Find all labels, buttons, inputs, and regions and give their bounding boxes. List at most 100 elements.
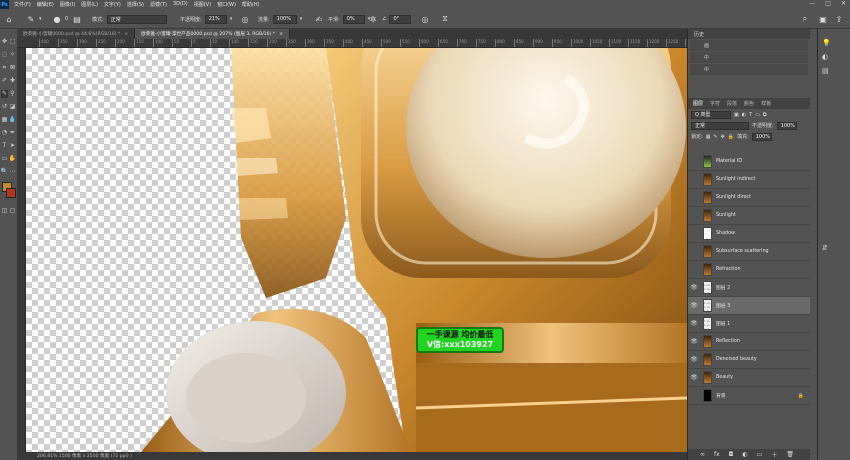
tab-layers[interactable]: 图层 xyxy=(693,100,703,107)
shape-tool-icon[interactable]: ▭ xyxy=(1,155,8,163)
smoothing-input[interactable]: 0% xyxy=(342,14,365,24)
layer-row[interactable]: Sunlight indirect xyxy=(688,171,810,189)
dodge-tool-icon[interactable]: ◔ xyxy=(1,129,8,137)
crop-tool-icon[interactable]: ⌗ xyxy=(1,64,8,72)
hand-tool-icon[interactable]: ✋ xyxy=(9,155,16,163)
new-adjustment-icon[interactable]: ◐ xyxy=(742,451,747,458)
tab-color[interactable]: 颜色 xyxy=(744,100,754,107)
frame-tool-icon[interactable]: ⊠ xyxy=(9,64,16,72)
marquee-tool-icon[interactable]: ⬚ xyxy=(9,38,16,46)
filter-smart-icon[interactable]: ⧉ xyxy=(763,112,767,118)
properties-panel-icon[interactable]: ⇵ xyxy=(822,244,828,252)
menu-window[interactable]: 窗口(W) xyxy=(217,1,236,8)
close-button[interactable]: ✕ xyxy=(841,0,846,7)
layer-row[interactable]: Shadow xyxy=(688,225,810,243)
menu-edit[interactable]: 编辑(E) xyxy=(37,1,54,8)
search-button[interactable]: ⌕ xyxy=(800,13,810,25)
move-tool-icon[interactable]: ✥ xyxy=(1,38,8,46)
filter-type-icon[interactable]: T xyxy=(749,112,752,118)
menu-filter[interactable]: 滤镜(T) xyxy=(150,1,167,8)
more-tools-icon[interactable]: ⋯ xyxy=(9,168,16,176)
brush-preset-picker[interactable]: ✎ ▾ xyxy=(26,13,42,25)
lock-position-icon[interactable]: ✥ xyxy=(721,134,725,140)
eyedropper-tool-icon[interactable]: ✐ xyxy=(1,77,8,85)
history-item[interactable]: 画 xyxy=(690,40,808,51)
history-title[interactable]: 历史 xyxy=(688,29,810,39)
flow-input[interactable]: 100% xyxy=(272,14,297,24)
stamp-tool-icon[interactable]: ⚲ xyxy=(9,90,16,98)
gradient-tool-icon[interactable]: ▦ xyxy=(1,116,8,124)
workspace-button[interactable]: ▣ xyxy=(818,13,828,25)
delete-layer-icon[interactable]: 🗑 xyxy=(786,451,794,458)
learn-panel-icon[interactable]: 💡 xyxy=(822,39,831,47)
blur-tool-icon[interactable]: 💧 xyxy=(9,116,16,124)
fill-input[interactable]: 100% xyxy=(751,132,772,141)
opacity-input[interactable]: 21% xyxy=(204,14,227,24)
pressure-size-toggle[interactable]: ◎ xyxy=(420,13,430,25)
layer-row[interactable]: 👁 图层 2 xyxy=(688,279,810,297)
home-button[interactable]: ⌂ xyxy=(4,13,14,25)
history-brush-tool-icon[interactable]: ↺ xyxy=(1,103,8,111)
libraries-panel-icon[interactable]: ▤ xyxy=(822,67,829,75)
lock-all-icon[interactable]: 🔒 xyxy=(728,134,734,140)
minimize-button[interactable]: — xyxy=(809,0,815,7)
layer-row[interactable]: 👁 Reflection xyxy=(688,333,810,351)
tab-paragraph[interactable]: 段落 xyxy=(727,100,737,107)
layer-row[interactable]: 👁 图层 3 xyxy=(688,297,810,315)
visibility-eye-icon[interactable]: 👁 xyxy=(688,338,700,345)
background-color-swatch[interactable] xyxy=(6,188,16,198)
tab-document-2[interactable]: 欧莱雅-小蜜罐-渠世产品0000.psd @ 207% (图层 3, RGB/1… xyxy=(135,29,290,39)
menu-3d[interactable]: 3D(D) xyxy=(173,1,188,8)
brush-size-picker[interactable]: ● 0 xyxy=(52,13,69,25)
pen-tool-icon[interactable]: ✒ xyxy=(9,129,16,137)
mode-select[interactable]: 正常 xyxy=(106,14,167,24)
eraser-tool-icon[interactable]: ◪ xyxy=(9,103,16,111)
blend-mode-select[interactable]: 正常 xyxy=(691,121,749,130)
path-select-tool-icon[interactable]: ➤ xyxy=(9,142,16,150)
visibility-eye-icon[interactable]: 👁 xyxy=(688,374,700,381)
brush-tool-icon[interactable]: ✎ xyxy=(1,89,8,98)
chevron-down-icon[interactable]: ▾ xyxy=(300,16,303,22)
menu-select[interactable]: 选择(S) xyxy=(127,1,144,8)
pressure-opacity-toggle[interactable]: ◎ xyxy=(240,13,250,25)
airbrush-toggle[interactable]: ✍ xyxy=(314,13,324,25)
zoom-tool-icon[interactable]: 🔍 xyxy=(1,168,8,176)
menu-image[interactable]: 图像(I) xyxy=(60,1,75,8)
lasso-tool-icon[interactable]: ◌ xyxy=(1,51,8,59)
new-group-icon[interactable]: ▭ xyxy=(757,451,763,458)
lock-pixels-icon[interactable]: ✎ xyxy=(713,134,717,140)
healing-tool-icon[interactable]: ✚ xyxy=(9,77,16,85)
visibility-eye-icon[interactable]: 👁 xyxy=(688,302,700,309)
menu-view[interactable]: 视图(V) xyxy=(194,1,211,8)
history-item[interactable]: 中 xyxy=(690,52,808,63)
close-tab-icon[interactable]: × xyxy=(279,32,283,37)
layer-row[interactable]: 👁 Denoised beauty xyxy=(688,351,810,369)
layer-row[interactable]: Sunlight xyxy=(688,207,810,225)
link-layers-icon[interactable]: ∞ xyxy=(700,451,705,458)
tab-document-1[interactable]: 欧莱雅-小蜜罐0000.psd @ 44.6%(RGB/16) * × xyxy=(17,29,136,39)
filter-pixel-icon[interactable]: ▣ xyxy=(734,112,739,118)
screen-mode-icon[interactable]: ▢ xyxy=(9,207,16,215)
filter-adjust-icon[interactable]: ◐ xyxy=(742,112,746,118)
lock-transparent-icon[interactable]: ▦ xyxy=(706,134,711,140)
smoothing-settings[interactable]: ✲ xyxy=(368,13,378,25)
layer-row[interactable]: Refraction xyxy=(688,261,810,279)
document-canvas[interactable]: 一手课源 均价最低 V信:xxx103927 xyxy=(26,48,687,452)
filter-shape-icon[interactable]: ▭ xyxy=(755,112,760,118)
layer-kind-filter[interactable]: Q 类型 xyxy=(691,110,731,119)
menu-help[interactable]: 帮助(H) xyxy=(242,1,260,8)
type-tool-icon[interactable]: T xyxy=(1,142,8,150)
layer-row[interactable]: 背景 🔒 xyxy=(688,387,810,405)
layer-row[interactable]: Material ID xyxy=(688,153,810,171)
layer-row[interactable]: Subsurface scattering xyxy=(688,243,810,261)
layer-row[interactable]: 👁 Beauty xyxy=(688,369,810,387)
tab-character[interactable]: 字符 xyxy=(710,100,720,107)
chevron-down-icon[interactable]: ▾ xyxy=(230,16,233,22)
layer-opacity-input[interactable]: 100% xyxy=(776,121,797,130)
quick-mask-icon[interactable]: ◫ xyxy=(1,207,8,215)
layer-row[interactable]: Sunlight direct xyxy=(688,189,810,207)
add-mask-icon[interactable]: ◘ xyxy=(729,451,734,458)
brush-panel-toggle[interactable]: ▤ xyxy=(72,13,82,25)
symmetry-toggle[interactable]: ⧖ xyxy=(440,13,450,25)
angle-input[interactable]: 0° xyxy=(389,14,412,24)
